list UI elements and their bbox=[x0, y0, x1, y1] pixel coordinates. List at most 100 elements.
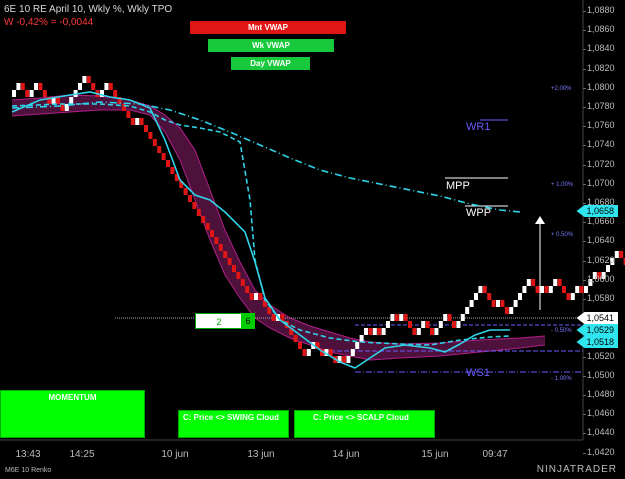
price-tick-label: 1,0760 bbox=[587, 120, 615, 131]
wpp-label: WPP bbox=[466, 207, 492, 219]
price-tick-label: 1,0800 bbox=[587, 81, 615, 92]
price-tick-mark bbox=[583, 203, 586, 204]
price-tick-mark bbox=[583, 279, 586, 281]
scalp-cloud-panel[interactable]: C: Price <> SCALP Cloud bbox=[294, 410, 435, 438]
price-tick-label: 1,0720 bbox=[587, 158, 615, 169]
down-brick bbox=[377, 328, 382, 335]
daily-vwap-line bbox=[11, 91, 510, 369]
down-brick bbox=[205, 223, 210, 230]
up-brick bbox=[359, 335, 364, 342]
down-brick bbox=[227, 258, 232, 265]
daily-vwap-button[interactable]: Day VWAP bbox=[231, 57, 310, 70]
down-brick bbox=[56, 97, 60, 104]
price-tick-label: 1,0880 bbox=[587, 5, 615, 15]
down-brick bbox=[20, 83, 25, 90]
price-tick-mark bbox=[583, 452, 586, 454]
price-tick-label: 1,0600 bbox=[587, 273, 615, 284]
up-brick bbox=[12, 90, 16, 97]
price-tick-label: 1,0780 bbox=[587, 101, 615, 111]
price-tick-label: 1,0480 bbox=[587, 389, 615, 399]
down-brick bbox=[535, 286, 540, 293]
down-brick bbox=[394, 314, 399, 321]
up-brick bbox=[438, 321, 443, 328]
price-tick-mark bbox=[583, 414, 586, 416]
up-brick bbox=[522, 286, 527, 293]
down-brick bbox=[258, 293, 263, 300]
price-tick-label: 1,0440 bbox=[587, 427, 615, 438]
wpp-price-tag: 1,0658 bbox=[576, 205, 618, 217]
down-brick bbox=[430, 328, 434, 335]
price-tick-mark bbox=[583, 241, 586, 243]
x-label-2: 10 jun bbox=[161, 449, 189, 460]
price-tick-mark bbox=[583, 299, 586, 300]
price-tick-mark bbox=[583, 11, 586, 12]
price-tick-mark bbox=[583, 395, 586, 396]
pct-plus-1: + 1.00% bbox=[551, 182, 574, 188]
lower-band-tag: 1,0518 bbox=[576, 336, 618, 348]
up-brick bbox=[465, 307, 470, 314]
price-tick-label: 1,0620 bbox=[587, 254, 615, 265]
price-tick-mark bbox=[583, 222, 586, 224]
price-tick-label: 1,0660 bbox=[587, 216, 615, 227]
down-brick bbox=[148, 132, 153, 139]
up-brick bbox=[386, 321, 390, 328]
weekly-change: W -0,42% = -0,0044 bbox=[4, 17, 94, 28]
down-brick bbox=[249, 293, 254, 300]
price-tick-mark bbox=[583, 145, 586, 147]
swing-cloud-panel[interactable]: C: Price <> SWING Cloud bbox=[178, 410, 289, 438]
price-tick-label: 1,0700 bbox=[587, 177, 615, 188]
up-brick bbox=[456, 321, 461, 328]
pct-minus-half: - 0.50% bbox=[551, 328, 572, 334]
up-brick bbox=[606, 265, 610, 272]
price-tick-mark bbox=[583, 375, 586, 377]
up-brick bbox=[399, 314, 404, 321]
down-brick bbox=[108, 83, 113, 90]
up-brick bbox=[614, 251, 619, 258]
down-brick bbox=[130, 118, 135, 125]
weekly-vwap-button[interactable]: Wk VWAP bbox=[208, 39, 334, 52]
down-brick bbox=[170, 167, 175, 174]
x-label-5: 15 jun bbox=[421, 449, 449, 460]
price-tick-mark bbox=[583, 183, 586, 185]
down-brick bbox=[482, 286, 487, 293]
up-brick bbox=[381, 328, 386, 335]
up-brick bbox=[355, 342, 360, 349]
price-tick-label: 1,0460 bbox=[587, 408, 615, 419]
up-brick bbox=[496, 300, 500, 307]
up-brick bbox=[372, 328, 377, 335]
price-tick-label: 1,0520 bbox=[587, 350, 615, 361]
price-tick-label: 1,0420 bbox=[587, 446, 615, 457]
monthly-vwap-button[interactable]: Mnt VWAP bbox=[190, 21, 346, 34]
up-brick bbox=[350, 349, 355, 356]
down-brick bbox=[214, 237, 219, 244]
momentum-panel[interactable]: MOMENTUM bbox=[0, 390, 145, 438]
down-brick bbox=[60, 104, 65, 111]
up-brick bbox=[34, 83, 38, 90]
up-brick bbox=[104, 83, 109, 90]
down-brick bbox=[504, 307, 509, 314]
up-brick bbox=[254, 293, 258, 300]
down-brick bbox=[487, 293, 492, 300]
mpp-label: MPP bbox=[446, 180, 470, 192]
up-brick bbox=[29, 90, 34, 97]
down-brick bbox=[25, 90, 30, 97]
up-brick bbox=[548, 286, 553, 293]
x-label-3: 13 jun bbox=[247, 449, 275, 460]
down-brick bbox=[425, 321, 430, 328]
down-brick bbox=[232, 265, 236, 272]
up-brick bbox=[69, 97, 74, 104]
x-label-1: 14:25 bbox=[69, 449, 95, 460]
up-brick bbox=[513, 300, 518, 307]
down-brick bbox=[500, 300, 505, 307]
up-brick bbox=[570, 293, 575, 300]
monthly-vwap-line bbox=[11, 101, 521, 213]
up-brick bbox=[346, 356, 351, 363]
pct-plus-2: +2.00% bbox=[551, 86, 572, 92]
down-brick bbox=[126, 111, 131, 118]
price-tick-label: 1,0500 bbox=[587, 369, 615, 380]
up-brick bbox=[540, 286, 544, 293]
down-brick bbox=[42, 90, 47, 97]
price-tick-mark bbox=[583, 30, 586, 32]
up-brick bbox=[460, 314, 465, 321]
pct-plus-half: + 0.50% bbox=[551, 232, 574, 238]
